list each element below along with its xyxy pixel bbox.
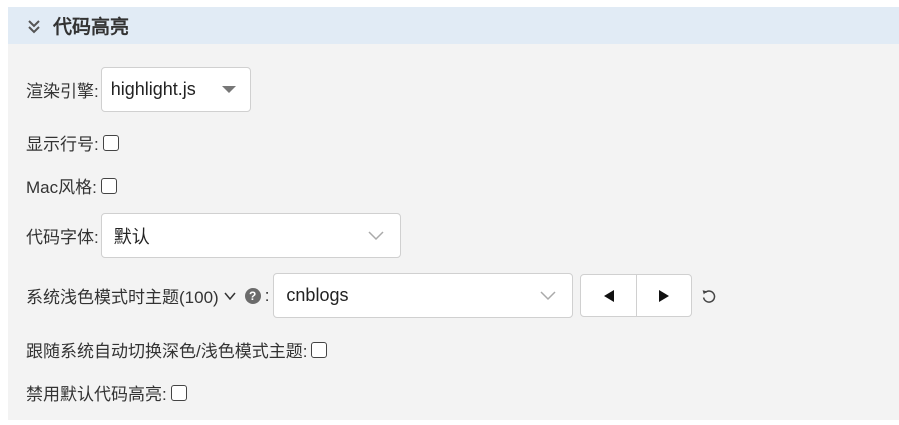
engine-label: 渲染引擎:: [26, 82, 99, 101]
chevron-down-icon: [540, 290, 556, 300]
engine-row: 渲染引擎: highlight.js: [26, 67, 251, 112]
colon: :: [264, 285, 270, 305]
follow-system-label: 跟随系统自动切换深色/浅色模式主题:: [26, 342, 308, 361]
line-numbers-label: 显示行号:: [26, 135, 99, 154]
disable-default-label: 禁用默认代码高亮:: [26, 385, 167, 404]
triangle-right-icon: [659, 289, 670, 302]
mac-style-label: Mac风格:: [26, 178, 97, 197]
panel-header[interactable]: 代码高亮: [8, 7, 899, 44]
engine-select[interactable]: highlight.js: [100, 67, 251, 112]
disable-default-row: 禁用默认代码高亮:: [26, 380, 187, 405]
light-theme-select[interactable]: cnblogs: [273, 273, 574, 318]
line-numbers-row: 显示行号:: [26, 130, 119, 155]
code-font-label: 代码字体:: [26, 228, 99, 247]
line-numbers-checkbox[interactable]: [102, 134, 119, 151]
code-font-row: 代码字体: 默认: [26, 213, 401, 258]
code-font-value: 默认: [113, 226, 150, 247]
light-theme-value: cnblogs: [286, 285, 349, 305]
mac-style-checkbox[interactable]: [100, 177, 117, 194]
triangle-left-icon: [603, 289, 614, 302]
help-icon[interactable]: ?: [244, 287, 261, 304]
light-theme-row: 系统浅色模式时主题(100) ? : cnblogs: [26, 273, 717, 318]
chevron-down-icon: [368, 230, 384, 240]
prev-theme-button[interactable]: [581, 275, 636, 316]
double-chevron-down-icon: [28, 19, 40, 33]
mac-style-row: Mac风格:: [26, 173, 117, 198]
disable-default-checkbox[interactable]: [170, 384, 187, 401]
code-font-select[interactable]: 默认: [100, 213, 401, 258]
light-theme-label: 系统浅色模式时主题(100): [26, 288, 219, 307]
code-highlight-panel: 代码高亮 渲染引擎: highlight.js 显示行号: Mac风格: 代码字…: [8, 7, 899, 420]
panel-title: 代码高亮: [53, 17, 130, 38]
chevron-down-icon[interactable]: [224, 292, 236, 300]
follow-system-row: 跟随系统自动切换深色/浅色模式主题:: [26, 337, 328, 362]
next-theme-button[interactable]: [635, 275, 692, 316]
reset-icon[interactable]: [701, 288, 717, 304]
engine-value: highlight.js: [110, 79, 196, 99]
caret-down-icon: [221, 86, 236, 93]
follow-system-checkbox[interactable]: [311, 341, 328, 358]
theme-nav-group: [580, 274, 693, 317]
